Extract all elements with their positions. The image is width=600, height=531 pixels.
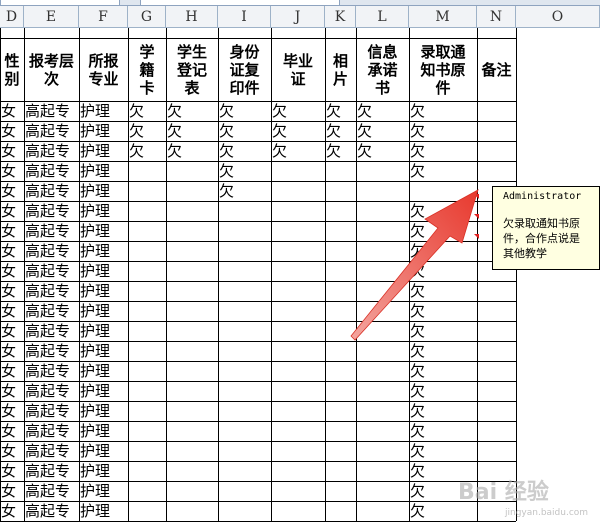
arrow-shape <box>350 189 479 341</box>
cell-comment-box[interactable]: Administrator 欠录取通知书原件，合作点说是其他教学 <box>492 186 600 270</box>
comment-text: 欠录取通知书原件，合作点说是其他教学 <box>503 217 580 260</box>
watermark-url: jingyan.baidu.com <box>505 508 589 518</box>
watermark-logo: Bai 经验 <box>458 480 549 505</box>
comment-author: Administrator <box>503 191 582 202</box>
